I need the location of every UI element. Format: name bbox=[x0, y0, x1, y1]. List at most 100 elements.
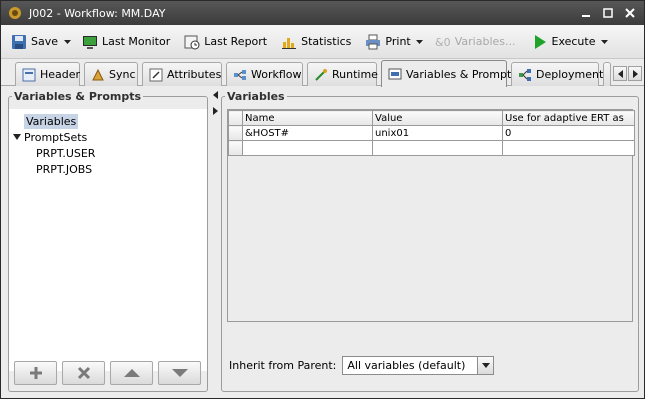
tree-item-label: PRPT.USER bbox=[36, 146, 96, 160]
cell-name[interactable] bbox=[242, 140, 373, 156]
last-monitor-button[interactable]: Last Monitor bbox=[78, 30, 174, 54]
collapse-left-icon[interactable] bbox=[213, 91, 219, 99]
tree-item-label: PromptSets bbox=[24, 130, 88, 144]
inherit-row: Inherit from Parent: All variables (defa… bbox=[229, 356, 495, 375]
close-icon bbox=[625, 8, 635, 18]
tab-sync[interactable]: Sync bbox=[84, 62, 138, 86]
tab-label: Header bbox=[40, 68, 81, 81]
tab-attributes[interactable]: Attributes bbox=[142, 62, 222, 86]
inherit-select-arrow[interactable] bbox=[477, 357, 494, 374]
statistics-icon bbox=[282, 37, 297, 49]
panel-title: Variables & Prompts bbox=[14, 90, 142, 103]
tab-label: Deployment bbox=[536, 68, 604, 81]
print-dropdown[interactable] bbox=[415, 30, 425, 54]
tree-item-variables[interactable]: Variables bbox=[24, 113, 79, 129]
workflow-icon bbox=[234, 69, 246, 80]
execute-button[interactable]: Execute bbox=[528, 30, 600, 54]
print-button[interactable]: Print bbox=[361, 30, 414, 54]
save-label: Save bbox=[31, 35, 59, 48]
play-icon bbox=[534, 34, 546, 49]
tab-overflow[interactable] bbox=[603, 62, 611, 86]
tab-workflow[interactable]: Workflow bbox=[226, 62, 303, 86]
cell-value[interactable] bbox=[372, 140, 503, 156]
inherit-select-value: All variables (default) bbox=[347, 359, 466, 372]
toolbar: Save Last Monitor Last Report Statistics… bbox=[1, 25, 644, 59]
runtime-icon bbox=[315, 68, 327, 81]
tab-runtime[interactable]: Runtime bbox=[307, 62, 378, 86]
table-row[interactable]: &HOST# unix01 0 bbox=[228, 125, 635, 141]
close-button[interactable] bbox=[622, 5, 638, 21]
tree-item-prpt-user[interactable]: PRPT.USER bbox=[36, 145, 95, 161]
monitor-icon bbox=[83, 35, 98, 49]
expand-arrow-icon bbox=[13, 134, 21, 140]
tab-label: Variables & Prompts bbox=[406, 67, 518, 81]
tree-item-label: PRPT.JOBS bbox=[36, 162, 93, 176]
inherit-select[interactable]: All variables (default) bbox=[342, 356, 495, 375]
statistics-label: Statistics bbox=[301, 35, 352, 48]
cell-name[interactable]: &HOST# bbox=[242, 125, 373, 141]
row-header[interactable] bbox=[228, 125, 243, 141]
window-title: J002 - Workflow: MM.DAY bbox=[29, 6, 166, 20]
app-icon bbox=[9, 7, 21, 19]
variables-prompts-panel: Variables & Prompts Variables PromptSets… bbox=[8, 90, 208, 392]
variables-icon: &0 bbox=[435, 36, 451, 49]
move-down-button[interactable] bbox=[158, 361, 201, 385]
tab-scroll-right[interactable] bbox=[628, 66, 642, 81]
plus-icon bbox=[29, 367, 42, 379]
last-report-button[interactable]: Last Report bbox=[180, 30, 271, 54]
column-header-name[interactable]: Name bbox=[242, 110, 373, 126]
last-report-label: Last Report bbox=[204, 35, 268, 48]
tree-button-bar bbox=[14, 361, 201, 385]
save-button[interactable]: Save bbox=[7, 30, 62, 54]
deployment-icon bbox=[519, 68, 531, 81]
svg-text:&0: &0 bbox=[435, 36, 451, 49]
maximize-icon bbox=[603, 8, 613, 18]
table-row[interactable] bbox=[228, 140, 635, 156]
minimize-button[interactable] bbox=[578, 5, 594, 21]
panel-splitter[interactable] bbox=[213, 91, 219, 115]
tab-label: Workflow bbox=[251, 68, 302, 81]
minimize-icon bbox=[582, 15, 590, 17]
row-header[interactable] bbox=[228, 140, 243, 156]
inherit-label: Inherit from Parent: bbox=[229, 359, 337, 372]
cell-ert[interactable] bbox=[502, 140, 635, 156]
cell-ert[interactable]: 0 bbox=[502, 125, 635, 141]
header-icon bbox=[22, 68, 36, 81]
report-icon bbox=[184, 35, 200, 49]
tab-label: Attributes bbox=[167, 68, 222, 81]
expand-right-icon[interactable] bbox=[213, 107, 219, 115]
variables-table[interactable]: Name Value Use for adaptive ERT as &HOST… bbox=[227, 109, 635, 322]
column-header-value[interactable]: Value bbox=[372, 110, 503, 126]
tab-deployment[interactable]: Deployment bbox=[511, 62, 603, 86]
sync-icon bbox=[92, 68, 104, 80]
variables-button[interactable]: &0 Variables... bbox=[431, 30, 520, 54]
execute-dropdown[interactable] bbox=[600, 30, 610, 54]
tab-variables-prompts[interactable]: Variables & Prompts bbox=[381, 60, 517, 87]
cell-value[interactable]: unix01 bbox=[372, 125, 503, 141]
chevron-right-icon bbox=[632, 69, 638, 78]
add-button[interactable] bbox=[14, 361, 57, 385]
tab-scroll-left[interactable] bbox=[613, 66, 627, 81]
column-header-ert[interactable]: Use for adaptive ERT as bbox=[502, 110, 635, 126]
statistics-button[interactable]: Statistics bbox=[277, 30, 355, 54]
save-icon bbox=[12, 34, 26, 49]
row-header-corner bbox=[228, 110, 243, 126]
tree-item-label: Variables bbox=[24, 113, 79, 129]
x-icon bbox=[77, 366, 90, 380]
tree-view: Variables PromptSets PRPT.USER PRPT.JOBS bbox=[9, 109, 207, 371]
last-monitor-label: Last Monitor bbox=[102, 35, 171, 48]
move-up-button[interactable] bbox=[110, 361, 153, 385]
tree-item-promptsets[interactable]: PromptSets bbox=[13, 129, 87, 145]
variables-prompts-icon bbox=[388, 68, 402, 80]
chevron-left-icon bbox=[617, 69, 623, 78]
tab-header[interactable]: Header bbox=[15, 62, 80, 86]
attributes-icon bbox=[149, 68, 163, 81]
panel-title: Variables bbox=[227, 90, 285, 103]
delete-button[interactable] bbox=[62, 361, 105, 385]
save-dropdown[interactable] bbox=[62, 30, 72, 54]
execute-label: Execute bbox=[551, 35, 596, 48]
maximize-button[interactable] bbox=[600, 5, 616, 21]
tree-item-prpt-jobs[interactable]: PRPT.JOBS bbox=[36, 161, 92, 177]
variables-panel: Variables Name Value Use for adaptive ER… bbox=[221, 90, 639, 392]
title-bar[interactable]: J002 - Workflow: MM.DAY bbox=[1, 1, 644, 25]
